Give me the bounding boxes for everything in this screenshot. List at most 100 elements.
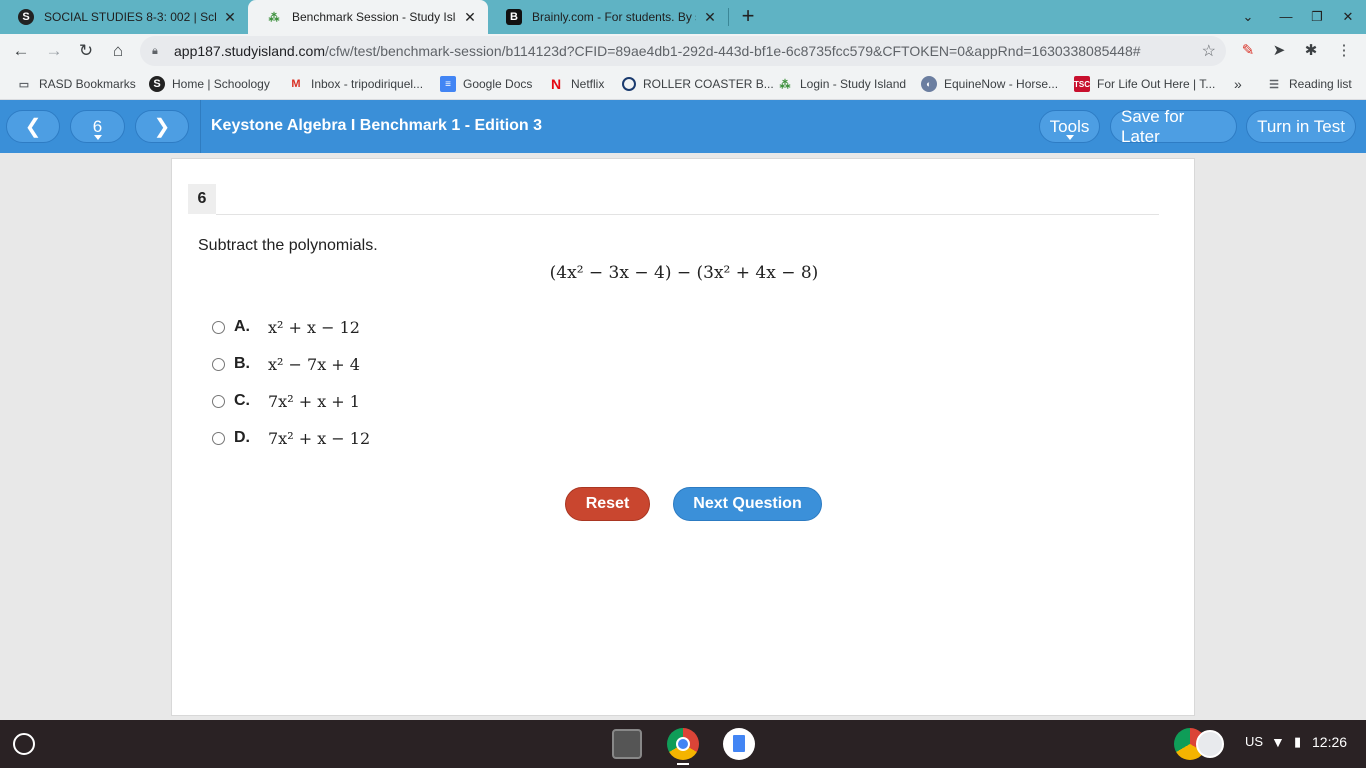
bookmark-gmail[interactable]: M Inbox - tripodiriquel... xyxy=(288,75,423,93)
battery-icon[interactable]: ▮ xyxy=(1294,734,1301,750)
chrome-center xyxy=(676,737,690,751)
choice-letter: D. xyxy=(234,429,250,446)
tab-title: Benchmark Session - Study Islan xyxy=(292,10,456,24)
tools-button[interactable]: Tools xyxy=(1039,110,1100,143)
wifi-icon[interactable]: ▼ xyxy=(1271,734,1285,750)
choice-letter: C. xyxy=(234,392,250,409)
schoology-icon: S xyxy=(18,9,34,25)
forward-icon[interactable]: → xyxy=(42,39,66,63)
next-question-button[interactable]: Next Question xyxy=(673,487,822,521)
choice-a[interactable]: A. x² + x − 12 xyxy=(212,316,360,338)
tab-benchmark-session[interactable]: ⁂ Benchmark Session - Study Islan ✕ xyxy=(248,0,488,34)
restore-icon[interactable]: ❐ xyxy=(1307,7,1327,27)
reading-list-label: Reading list xyxy=(1289,77,1352,91)
tab-separator xyxy=(728,8,729,26)
bookmark-equinenow[interactable]: ◐ EquineNow - Horse... xyxy=(921,75,1058,93)
choice-a-radio[interactable] xyxy=(212,320,225,334)
header-divider xyxy=(200,100,201,153)
save-for-later-button[interactable]: Save for Later xyxy=(1110,107,1237,146)
studyisland-icon: ⁂ xyxy=(268,11,280,24)
question-divider xyxy=(216,214,1159,215)
close-icon[interactable]: ✕ xyxy=(222,9,238,26)
back-icon[interactable]: ← xyxy=(9,39,33,63)
os-shelf: US ▼ ▮ 12:26 xyxy=(0,720,1366,768)
tab-title: SOCIAL STUDIES 8-3: 002 | Scho xyxy=(44,10,216,24)
bookmark-netflix[interactable]: N Netflix xyxy=(548,75,604,93)
turn-in-test-button[interactable]: Turn in Test xyxy=(1246,110,1356,143)
address-bar[interactable]: 🔒︎ app187.studyisland.com/cfw/test/bench… xyxy=(140,36,1226,66)
bookmark-label: RASD Bookmarks xyxy=(39,77,136,91)
question-selector-value: 6 xyxy=(92,116,103,136)
choice-c[interactable]: C. 7x² + x + 1 xyxy=(212,390,360,412)
menu-kebab-icon[interactable]: ⋮ xyxy=(1333,40,1355,62)
bookmark-roller-coaster[interactable]: ROLLER COASTER B... xyxy=(622,75,774,93)
site-icon xyxy=(622,77,636,91)
browser-toolbar: ← → ↻ ⌂ 🔒︎ app187.studyisland.com/cfw/te… xyxy=(0,34,1366,68)
google-docs-app-icon[interactable] xyxy=(723,728,755,760)
launcher-icon[interactable] xyxy=(13,733,35,755)
new-tab-button[interactable]: + xyxy=(736,3,760,29)
minimize-icon[interactable]: — xyxy=(1276,7,1296,27)
choice-b[interactable]: B. x² − 7x + 4 xyxy=(212,353,360,375)
choice-text: x² + x − 12 xyxy=(268,317,360,337)
choice-c-radio[interactable] xyxy=(212,394,225,408)
bookmark-study-island[interactable]: ⁂ Login - Study Island xyxy=(777,75,907,93)
caret-down-icon xyxy=(93,135,102,140)
tab-social-studies[interactable]: S SOCIAL STUDIES 8-3: 002 | Scho ✕ xyxy=(0,0,248,34)
input-method[interactable]: US xyxy=(1245,734,1263,749)
bookmark-tractor-supply[interactable]: TSC For Life Out Here | T... xyxy=(1074,75,1215,93)
url-host: app187.studyisland.com xyxy=(174,43,325,59)
tab-title: Brainly.com - For students. By st xyxy=(532,10,696,24)
home-icon[interactable]: ⌂ xyxy=(106,39,130,63)
clock[interactable]: 12:26 xyxy=(1312,734,1347,750)
pen-extension-icon[interactable]: ✎ xyxy=(1237,40,1259,62)
browser-tab-strip: S SOCIAL STUDIES 8-3: 002 | Scho ✕ ⁂ Ben… xyxy=(0,0,1366,34)
choice-d-radio[interactable] xyxy=(212,431,225,445)
question-expression: (4x² − 3x − 4) − (3x² + 4x − 8) xyxy=(549,263,819,283)
question-selector[interactable]: 6 xyxy=(70,110,125,143)
tools-label: Tools xyxy=(1049,116,1090,136)
avatar[interactable] xyxy=(1196,730,1224,758)
choice-b-radio[interactable] xyxy=(212,357,225,371)
gmail-icon: M xyxy=(291,78,301,90)
netflix-icon: N xyxy=(550,76,562,92)
test-title: Keystone Algebra I Benchmark 1 - Edition… xyxy=(211,117,543,134)
tab-brainly[interactable]: B Brainly.com - For students. By st ✕ xyxy=(488,0,728,34)
bookmark-label: Google Docs xyxy=(463,77,533,91)
reload-icon[interactable]: ↻ xyxy=(74,39,98,63)
chevron-right-icon: ❯ xyxy=(153,116,171,138)
equine-icon: ◐ xyxy=(921,76,937,92)
close-icon[interactable]: ✕ xyxy=(462,9,478,26)
chevron-left-icon: ❮ xyxy=(24,116,42,138)
cursor-extension-icon[interactable]: ➤ xyxy=(1268,40,1290,62)
bookmark-label: Home | Schoology xyxy=(172,77,270,91)
caret-down-icon xyxy=(1065,135,1074,140)
choice-d[interactable]: D. 7x² + x − 12 xyxy=(212,427,370,449)
next-question-arrow-button[interactable]: ❯ xyxy=(135,110,189,143)
window-close-icon[interactable]: ✕ xyxy=(1338,7,1358,27)
studyisland-icon: ⁂ xyxy=(779,78,791,91)
docs-glyph xyxy=(733,735,745,752)
bookmark-label: For Life Out Here | T... xyxy=(1097,77,1216,91)
bookmark-google-docs[interactable]: ≡ Google Docs xyxy=(440,75,532,93)
bookmark-rasd[interactable]: ▭ RASD Bookmarks xyxy=(16,75,136,93)
bookmark-label: EquineNow - Horse... xyxy=(944,77,1059,91)
files-app-icon[interactable] xyxy=(612,729,642,759)
overflow-chevron-icon: » xyxy=(1234,76,1242,92)
bookmark-schoology[interactable]: S Home | Schoology xyxy=(149,75,270,93)
tsc-icon: TSC xyxy=(1074,76,1090,92)
bookmark-star-icon[interactable]: ☆ xyxy=(1202,41,1216,61)
test-header: ❮ 6 ❯ Keystone Algebra I Benchmark 1 - E… xyxy=(0,100,1366,153)
previous-question-button[interactable]: ❮ xyxy=(6,110,60,143)
url-path: /cfw/test/benchmark-session/b114123d?CFI… xyxy=(325,43,1141,59)
bookmarks-overflow-button[interactable]: » xyxy=(1234,75,1242,93)
close-icon[interactable]: ✕ xyxy=(702,9,718,26)
bookmark-label: Netflix xyxy=(571,77,605,91)
chrome-app-icon[interactable] xyxy=(667,728,699,760)
reset-button[interactable]: Reset xyxy=(565,487,650,521)
tab-search-icon[interactable]: ⌄ xyxy=(1238,7,1258,27)
reading-list-button[interactable]: ☰ Reading list xyxy=(1266,75,1352,93)
bookmarks-bar: ▭ RASD Bookmarks S Home | Schoology M In… xyxy=(0,68,1366,100)
question-card: 6 Subtract the polynomials. (4x² − 3x − … xyxy=(171,158,1195,716)
extensions-puzzle-icon[interactable]: ✱ xyxy=(1300,40,1322,62)
